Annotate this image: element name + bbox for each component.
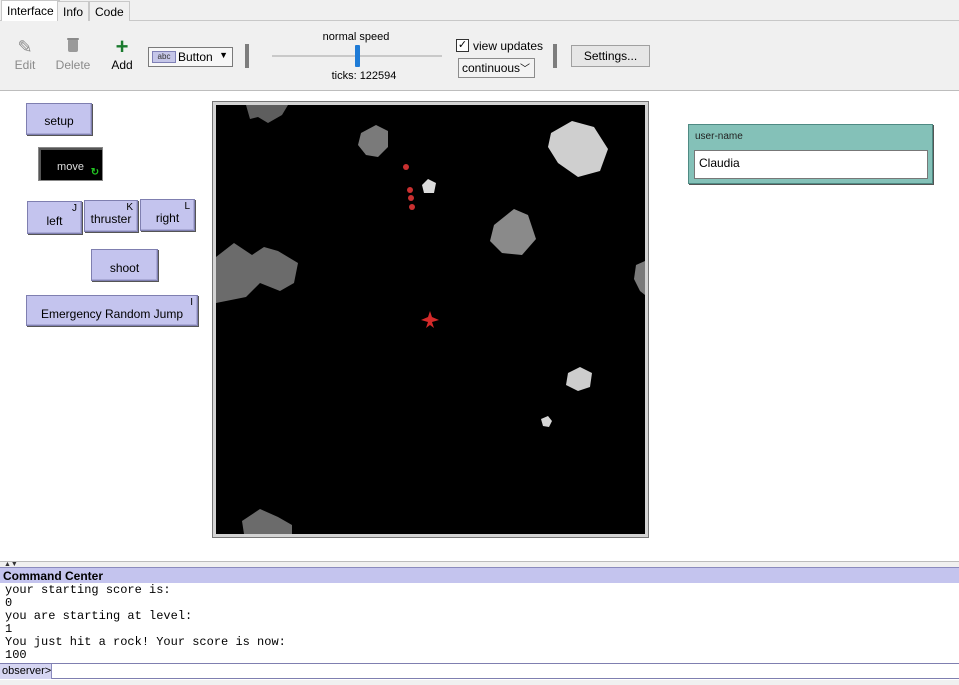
bullet — [407, 187, 413, 193]
delete-label: Delete — [55, 58, 91, 72]
output-line: you are starting at level: — [5, 609, 193, 623]
bullet — [408, 195, 414, 201]
view-updates-checkbox[interactable]: ✓ — [456, 39, 469, 52]
speed-label: normal speed — [322, 31, 390, 43]
widget-type-select[interactable]: abc Button ▼ — [148, 47, 233, 67]
user-name-input-widget: user-name Claudia — [688, 124, 933, 184]
right-label: right — [155, 211, 180, 225]
world-canvas[interactable] — [216, 105, 645, 534]
command-center-title: Command Center — [0, 567, 959, 583]
button-widget-icon: abc — [152, 51, 176, 63]
settings-button[interactable]: Settings... — [571, 45, 650, 67]
right-button[interactable]: L right — [140, 199, 195, 231]
thruster-label: thruster — [90, 212, 132, 226]
update-mode-value: continuous — [462, 61, 521, 75]
setup-label: setup — [44, 114, 74, 128]
tab-interface[interactable]: Interface — [1, 0, 60, 22]
toolbar: ✎ Edit Delete + Add abc Button ▼ normal … — [0, 21, 959, 91]
user-name-field[interactable]: Claudia — [694, 150, 928, 179]
toolbar-divider — [553, 44, 557, 68]
left-key: J — [72, 203, 77, 214]
update-mode-select[interactable]: continuous ﹀ — [458, 58, 535, 78]
setup-button[interactable]: setup — [26, 103, 92, 135]
edit-button[interactable]: ✎ Edit — [0, 36, 50, 72]
output-line: your starting score is: — [5, 583, 171, 597]
tab-code[interactable]: Code — [89, 1, 130, 21]
left-button[interactable]: J left — [27, 201, 82, 234]
forever-loop-icon: ↻ — [90, 167, 100, 178]
user-name-label: user-name — [695, 131, 743, 142]
add-button[interactable]: + Add — [97, 34, 147, 73]
emergency-random-jump-button[interactable]: I Emergency Random Jump — [26, 295, 198, 326]
plus-icon: + — [115, 34, 129, 59]
chevron-down-icon: ﹀ — [520, 64, 530, 75]
delete-button[interactable]: Delete — [48, 36, 98, 72]
shoot-label: shoot — [109, 261, 140, 275]
widget-type-value: Button — [178, 50, 213, 64]
tab-bar: Interface Info Code — [0, 0, 959, 22]
trash-icon — [48, 36, 98, 58]
jump-label: Emergency Random Jump — [40, 307, 184, 321]
move-button[interactable]: move ↻ — [38, 147, 103, 181]
bottom-strip — [0, 680, 959, 685]
view-updates-label: view updates — [473, 39, 544, 53]
command-input-row: observer> — [0, 663, 959, 679]
command-center-output: your starting score is: 0 you are starting… — [0, 583, 959, 663]
output-line: You just hit a rock! Your score is now: — [5, 635, 286, 649]
add-label: Add — [111, 58, 133, 72]
dropdown-arrow-icon: ▼ — [219, 50, 228, 60]
output-line: 100 — [5, 648, 27, 662]
shoot-button[interactable]: shoot — [91, 249, 158, 281]
world-view[interactable] — [212, 101, 649, 538]
agent-type-selector[interactable]: observer> — [0, 664, 52, 679]
bullet — [409, 204, 415, 210]
command-input[interactable] — [53, 664, 959, 679]
left-label: left — [46, 214, 63, 228]
check-icon: ✓ — [457, 39, 468, 51]
toolbar-divider — [245, 44, 249, 68]
bullet — [403, 164, 409, 170]
thruster-button[interactable]: K thruster — [84, 200, 138, 232]
speed-slider-thumb[interactable] — [355, 45, 360, 67]
edit-label: Edit — [14, 58, 36, 72]
tab-info[interactable]: Info — [57, 1, 90, 21]
pencil-icon: ✎ — [17, 37, 33, 57]
tick-counter: ticks: 122594 — [331, 70, 397, 82]
